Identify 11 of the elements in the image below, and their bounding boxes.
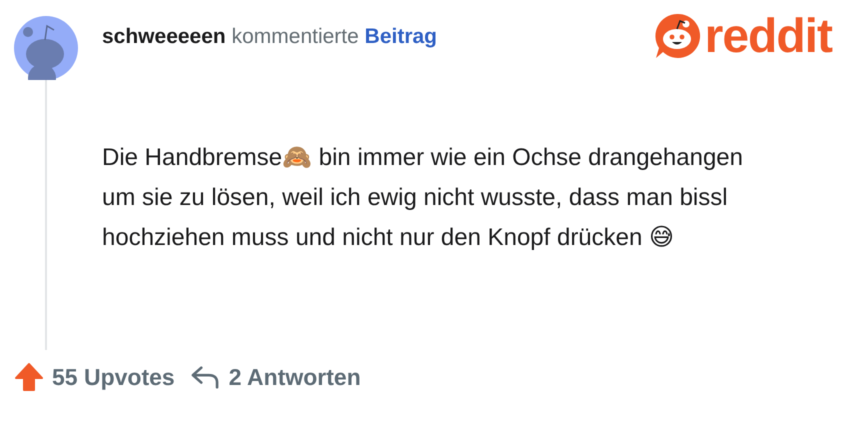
reply-button[interactable]: 2 Antworten	[188, 364, 361, 390]
upvote-count: 55 Upvotes	[52, 364, 175, 390]
action-text: kommentierte	[232, 25, 359, 48]
username[interactable]: schweeeeen	[102, 25, 226, 48]
mascot-icon	[652, 12, 701, 60]
reply-arrow-icon	[188, 364, 221, 390]
upvote-button[interactable]: 55 Upvotes	[14, 362, 175, 392]
comment-text: Die Handbremse🙈 bin immer wie ein Ochse drangehangen um sie zu lösen, weil ich ewig nicht wusste, dass man bissl hochziehen muss und nicht nur den Knopf drücken 😅	[102, 143, 744, 253]
post-link[interactable]: Beitrag	[364, 25, 438, 48]
logo-wordmark: reddit	[704, 8, 832, 64]
avatar-icon	[14, 16, 78, 80]
